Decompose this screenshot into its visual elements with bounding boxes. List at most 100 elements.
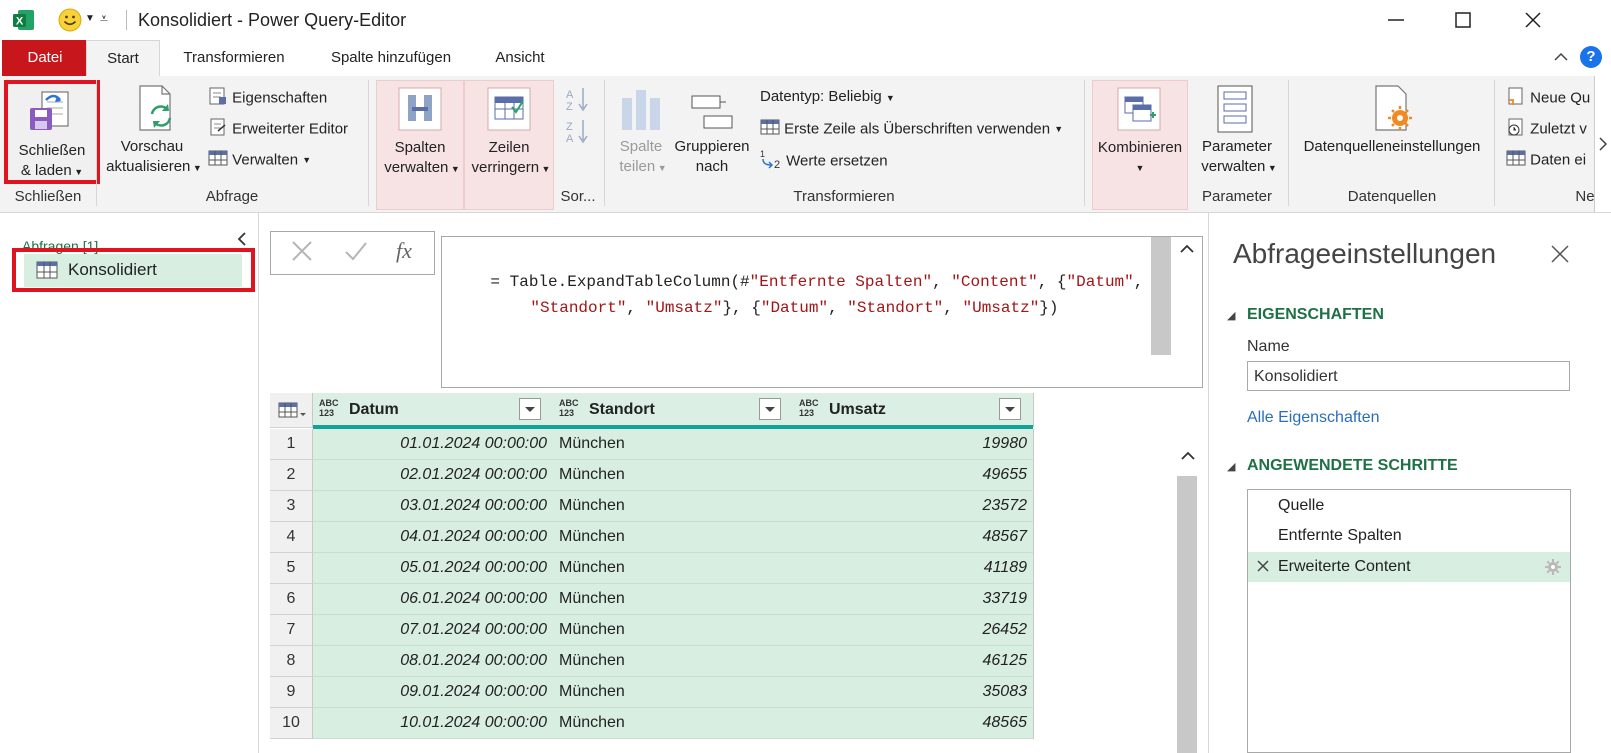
reduce-rows-button[interactable]: Zeilen verringern ▼ <box>464 80 554 210</box>
close-settings-icon[interactable] <box>1549 243 1571 270</box>
collapse-triangle-icon[interactable]: ◢ <box>1227 309 1235 322</box>
quick-access-customize-icon[interactable]: ⩡ <box>100 10 108 27</box>
confirm-formula-icon[interactable] <box>343 238 369 271</box>
table-cell-datum[interactable]: 09.01.2024 00:00:00 <box>313 677 554 708</box>
table-cell-umsatz[interactable]: 41189 <box>793 553 1034 584</box>
table-cell-standort[interactable]: München <box>553 553 794 584</box>
table-cell-standort[interactable]: München <box>553 708 794 739</box>
table-cell-standort[interactable]: München <box>553 677 794 708</box>
table-cell-datum[interactable]: 02.01.2024 00:00:00 <box>313 460 554 491</box>
query-item-konsolidiert[interactable]: Konsolidiert <box>12 248 255 292</box>
table-cell-datum[interactable]: 08.01.2024 00:00:00 <box>313 646 554 677</box>
new-source-button[interactable]: Neue Qu <box>1506 86 1590 110</box>
step-quelle[interactable]: Quelle <box>1248 492 1570 520</box>
manage-columns-button[interactable]: Spalten verwalten ▼ <box>376 80 464 210</box>
row-number[interactable]: 7 <box>270 615 313 646</box>
combine-button[interactable]: Kombinieren ▼ <box>1092 80 1188 210</box>
tab-spalte-hinzufuegen[interactable]: Spalte hinzufügen <box>312 40 470 76</box>
datatype-dropdown[interactable]: Datentyp: Beliebig ▼ <box>760 88 895 105</box>
all-properties-link[interactable]: Alle Eigenschaften <box>1247 409 1380 427</box>
step-entfernte-spalten[interactable]: Entfernte Spalten <box>1248 522 1570 550</box>
close-window-button[interactable] <box>1518 6 1548 34</box>
minimize-button[interactable] <box>1381 6 1411 34</box>
excel-logo-icon[interactable]: X <box>12 8 36 32</box>
table-cell-datum[interactable]: 07.01.2024 00:00:00 <box>313 615 554 646</box>
first-row-headers-button[interactable]: Erste Zeile als Überschriften verwenden … <box>760 117 1063 141</box>
table-cell-standort[interactable]: München <box>553 429 794 460</box>
cancel-formula-icon[interactable] <box>289 238 315 271</box>
table-cell-umsatz[interactable]: 49655 <box>793 460 1034 491</box>
table-cell-datum[interactable]: 04.01.2024 00:00:00 <box>313 522 554 553</box>
table-cell-standort[interactable]: München <box>553 646 794 677</box>
delete-step-icon[interactable] <box>1256 559 1270 578</box>
table-cell-umsatz[interactable]: 26452 <box>793 615 1034 646</box>
grid-scrollbar[interactable] <box>1176 446 1198 753</box>
scroll-up-icon[interactable] <box>1178 446 1198 471</box>
tab-datei[interactable]: Datei <box>2 40 88 76</box>
type-any-icon[interactable]: ABC 123 <box>559 398 579 418</box>
recent-sources-button[interactable]: Zuletzt v <box>1506 117 1587 141</box>
table-cell-datum[interactable]: 01.01.2024 00:00:00 <box>313 429 554 460</box>
manage-parameters-button[interactable]: Parameter verwalten ▼ <box>1192 80 1282 184</box>
row-number[interactable]: 4 <box>270 522 313 553</box>
formula-editor[interactable]: = Table.ExpandTableColumn(#"Entfernte Sp… <box>441 236 1203 388</box>
column-filter-button[interactable] <box>519 398 541 420</box>
smiley-feedback-icon[interactable] <box>58 8 82 32</box>
table-cell-standort[interactable]: München <box>553 584 794 615</box>
maximize-button[interactable] <box>1448 6 1478 34</box>
row-number[interactable]: 6 <box>270 584 313 615</box>
type-any-icon[interactable]: ABC 123 <box>799 398 819 418</box>
close-load-button[interactable]: Schließen & laden ▼ <box>4 80 100 184</box>
row-number[interactable]: 5 <box>270 553 313 584</box>
table-cell-standort[interactable]: München <box>553 460 794 491</box>
column-header-umsatz[interactable]: ABC 123 Umsatz <box>793 393 1034 427</box>
formula-scrollbar[interactable] <box>1151 237 1201 385</box>
collapse-triangle-icon[interactable]: ◢ <box>1227 460 1235 473</box>
tab-transformieren[interactable]: Transformieren <box>168 40 300 76</box>
name-input[interactable]: Konsolidiert <box>1247 361 1570 391</box>
table-cell-datum[interactable]: 05.01.2024 00:00:00 <box>313 553 554 584</box>
sort-ascending-icon[interactable]: AZ <box>566 86 590 117</box>
step-erweiterte-content[interactable]: Erweiterte Content <box>1248 552 1570 582</box>
manage-button[interactable]: Verwalten ▼ <box>208 148 311 172</box>
gear-icon[interactable] <box>1544 558 1562 581</box>
column-filter-button[interactable] <box>999 398 1021 420</box>
type-any-icon[interactable]: ABC 123 <box>319 398 339 418</box>
refresh-preview-button[interactable]: Vorschau aktualisieren ▼ <box>104 80 202 184</box>
formula-scroll-thumb[interactable] <box>1151 237 1171 355</box>
row-number[interactable]: 8 <box>270 646 313 677</box>
smiley-dropdown-icon[interactable]: ▼ <box>85 13 95 24</box>
table-cell-standort[interactable]: München <box>553 491 794 522</box>
advanced-editor-button[interactable]: Erweiterter Editor <box>208 117 348 141</box>
table-cell-standort[interactable]: München <box>553 522 794 553</box>
replace-values-button[interactable]: 12 Werte ersetzen <box>760 148 888 174</box>
row-number[interactable]: 9 <box>270 677 313 708</box>
properties-button[interactable]: Eigenschaften <box>208 86 327 110</box>
fx-icon[interactable]: fx <box>396 238 412 264</box>
table-cell-datum[interactable]: 03.01.2024 00:00:00 <box>313 491 554 522</box>
ribbon-scroll-right-button[interactable] <box>1594 76 1611 212</box>
sort-descending-icon[interactable]: ZA <box>566 118 590 149</box>
column-filter-button[interactable] <box>759 398 781 420</box>
grid-scroll-thumb[interactable] <box>1177 476 1197 753</box>
table-cell-umsatz[interactable]: 46125 <box>793 646 1034 677</box>
tab-start[interactable]: Start <box>86 40 160 77</box>
datasource-settings-button[interactable]: Datenquelleneinstellungen <box>1296 80 1488 184</box>
enter-data-button[interactable]: Daten ei <box>1506 148 1586 172</box>
row-number[interactable]: 10 <box>270 708 313 739</box>
grid-corner-button[interactable] <box>270 393 313 428</box>
table-cell-umsatz[interactable]: 35083 <box>793 677 1034 708</box>
column-header-standort[interactable]: ABC 123 Standort <box>553 393 794 427</box>
help-icon[interactable]: ? <box>1580 46 1602 68</box>
column-header-datum[interactable]: ABC 123 Datum <box>313 393 554 427</box>
row-number[interactable]: 1 <box>270 429 313 460</box>
table-cell-umsatz[interactable]: 19980 <box>793 429 1034 460</box>
table-cell-datum[interactable]: 10.01.2024 00:00:00 <box>313 708 554 739</box>
table-cell-standort[interactable]: München <box>553 615 794 646</box>
table-cell-datum[interactable]: 06.01.2024 00:00:00 <box>313 584 554 615</box>
row-number[interactable]: 2 <box>270 460 313 491</box>
collapse-ribbon-icon[interactable] <box>1552 48 1570 71</box>
table-cell-umsatz[interactable]: 48567 <box>793 522 1034 553</box>
table-cell-umsatz[interactable]: 33719 <box>793 584 1034 615</box>
table-cell-umsatz[interactable]: 48565 <box>793 708 1034 739</box>
